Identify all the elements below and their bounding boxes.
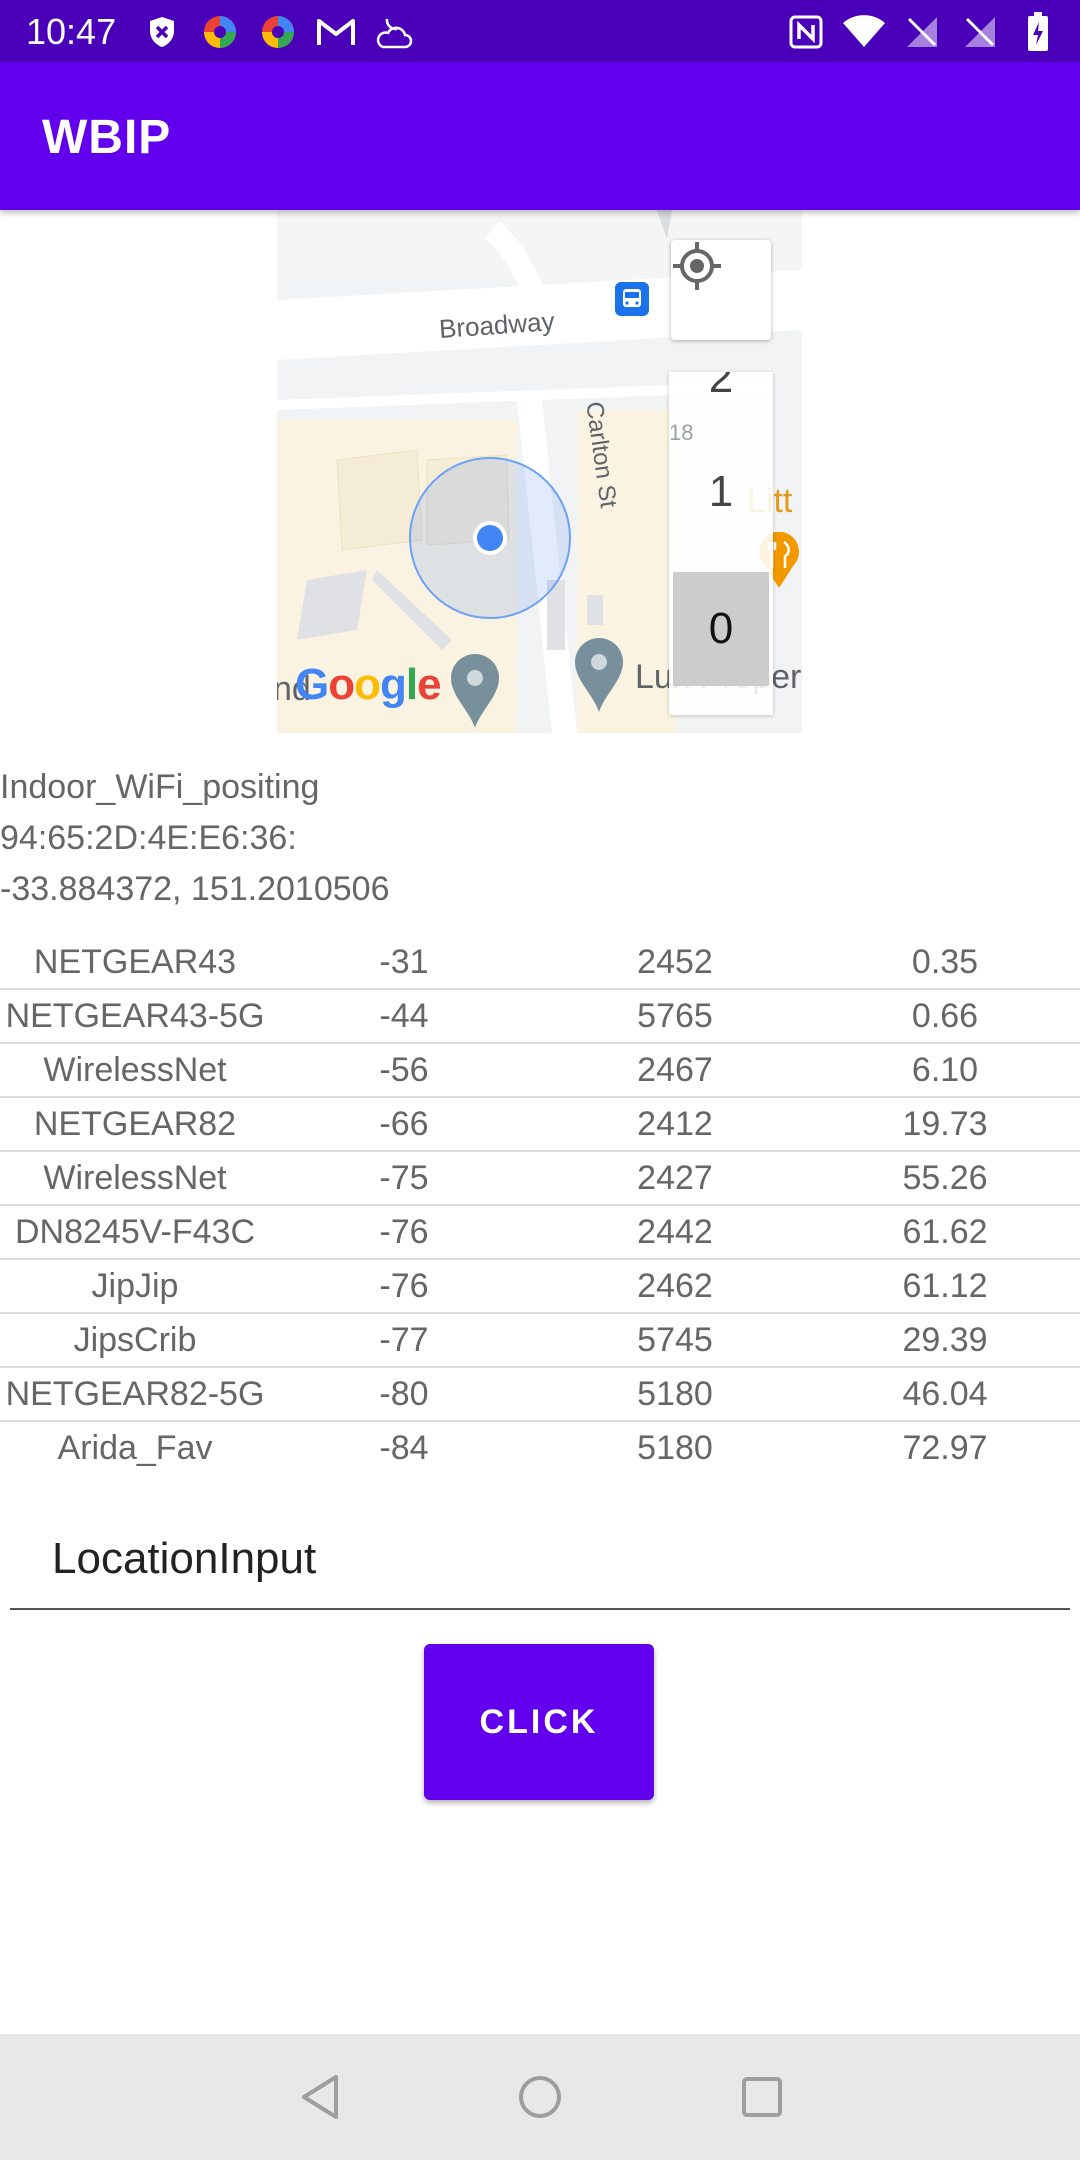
cell-distance: 0.35 xyxy=(911,943,979,981)
cell-distance: 55.26 xyxy=(902,1159,988,1197)
current-coordinates: -33.884372, 151.2010506 xyxy=(0,870,390,908)
status-time: 10:47 xyxy=(26,11,117,52)
cell-rssi: -56 xyxy=(379,1051,429,1089)
cell-rssi: -66 xyxy=(379,1105,429,1143)
cell-distance: 29.39 xyxy=(902,1321,988,1359)
no-signal-icon xyxy=(958,10,1002,54)
wifi-scan-table[interactable]: NETGEAR43 -31 2452 0.35 NETGEAR43-5G -44… xyxy=(0,936,1080,1472)
cell-frequency: 2427 xyxy=(637,1159,713,1197)
level-1-button[interactable]: 1 xyxy=(669,436,773,548)
recents-icon[interactable] xyxy=(729,2064,795,2130)
cell-frequency: 5745 xyxy=(637,1321,713,1359)
table-row: NETGEAR82-5G -80 5180 46.04 xyxy=(0,1368,1080,1422)
table-row: NETGEAR82 -66 2412 19.73 xyxy=(0,1098,1080,1152)
cell-frequency: 2412 xyxy=(637,1105,713,1143)
gmail-icon xyxy=(314,10,358,54)
cell-frequency: 2467 xyxy=(637,1051,713,1089)
back-icon[interactable] xyxy=(287,2064,353,2130)
shield-icon xyxy=(140,10,184,54)
cell-frequency: 2462 xyxy=(637,1267,713,1305)
cell-frequency: 5180 xyxy=(637,1375,713,1413)
nfc-icon xyxy=(784,10,828,54)
cell-ssid: JipJip xyxy=(91,1267,179,1305)
google-logo: Google xyxy=(295,660,442,709)
table-row: DN8245V-F43C -76 2442 61.62 xyxy=(0,1206,1080,1260)
app-title: WBIP xyxy=(42,111,172,164)
navigation-bar xyxy=(0,2034,1080,2160)
connected-bssid: 94:65:2D:4E:E6:36: xyxy=(0,819,297,857)
table-row: JipJip -76 2462 61.12 xyxy=(0,1260,1080,1314)
cell-ssid: JipsCrib xyxy=(73,1321,197,1359)
level-picker[interactable]: 2 18 1 0 xyxy=(669,372,773,715)
cell-distance: 19.73 xyxy=(902,1105,988,1143)
cell-frequency: 5180 xyxy=(637,1429,713,1467)
cell-frequency: 2452 xyxy=(637,943,713,981)
connected-ssid: Indoor_WiFi_positing xyxy=(0,768,320,806)
cell-ssid: NETGEAR82 xyxy=(33,1105,237,1143)
place-marker-icon[interactable] xyxy=(571,634,627,712)
cell-distance: 61.62 xyxy=(902,1213,988,1251)
map-view[interactable]: Broadway Carlton St Litt Lux Proper nd G… xyxy=(277,210,802,733)
table-row: WirelessNet -56 2467 6.10 xyxy=(0,1044,1080,1098)
status-icons-left xyxy=(140,10,416,54)
cell-rssi: -76 xyxy=(379,1267,429,1305)
cell-ssid: WirelessNet xyxy=(43,1051,227,1089)
cell-ssid: Arida_Fav xyxy=(57,1429,213,1467)
battery-charging-icon xyxy=(1016,10,1060,54)
connection-info: Indoor_WiFi_positing 94:65:2D:4E:E6:36: … xyxy=(0,762,1080,915)
table-row: NETGEAR43-5G -44 5765 0.66 xyxy=(0,990,1080,1044)
cell-ssid: WirelessNet xyxy=(43,1159,227,1197)
cell-distance: 61.12 xyxy=(902,1267,988,1305)
table-row: NETGEAR43 -31 2452 0.35 xyxy=(0,936,1080,990)
pinwheel-icon xyxy=(198,10,242,54)
my-location-button[interactable] xyxy=(671,240,771,340)
cell-rssi: -31 xyxy=(379,943,429,981)
cell-rssi: -84 xyxy=(379,1429,429,1467)
cell-ssid: NETGEAR82-5G xyxy=(5,1375,265,1413)
cell-ssid: DN8245V-F43C xyxy=(14,1213,255,1251)
cell-ssid: NETGEAR43-5G xyxy=(5,997,265,1035)
cell-distance: 46.04 xyxy=(902,1375,988,1413)
cell-ssid: NETGEAR43 xyxy=(33,943,237,981)
pinwheel-icon xyxy=(256,10,300,54)
app-bar: WBIP xyxy=(0,62,1080,210)
home-icon[interactable] xyxy=(507,2064,573,2130)
cell-rssi: -76 xyxy=(379,1213,429,1251)
partly-cloudy-night-icon xyxy=(372,10,416,54)
table-row: Arida_Fav -84 5180 72.97 xyxy=(0,1422,1080,1472)
level-0-button[interactable]: 0 xyxy=(673,572,769,686)
place-marker-icon[interactable] xyxy=(447,650,503,728)
table-row: JipsCrib -77 5745 29.39 xyxy=(0,1314,1080,1368)
cell-distance: 6.10 xyxy=(911,1051,979,1089)
cell-rssi: -80 xyxy=(379,1375,429,1413)
cell-distance: 72.97 xyxy=(902,1429,988,1467)
location-input[interactable] xyxy=(10,1510,1070,1610)
cell-frequency: 2442 xyxy=(637,1213,713,1251)
table-row: WirelessNet -75 2427 55.26 xyxy=(0,1152,1080,1206)
bus-stop-icon[interactable] xyxy=(615,282,649,316)
no-signal-icon xyxy=(900,10,944,54)
status-bar: 10:47 xyxy=(0,0,1080,62)
cell-frequency: 5765 xyxy=(637,997,713,1035)
wifi-icon xyxy=(842,10,886,54)
click-button[interactable]: CLICK xyxy=(424,1644,654,1800)
cell-rssi: -75 xyxy=(379,1159,429,1197)
status-icons-right xyxy=(784,10,1060,54)
cell-distance: 0.66 xyxy=(911,997,979,1035)
cell-rssi: -77 xyxy=(379,1321,429,1359)
cell-rssi: -44 xyxy=(379,997,429,1035)
